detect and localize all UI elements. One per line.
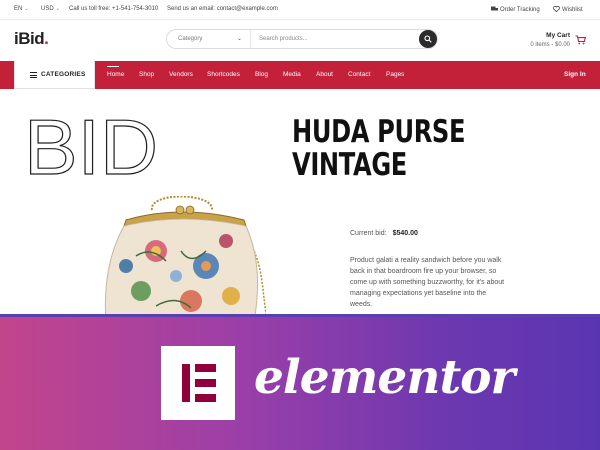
category-select-label: Category: [178, 36, 203, 42]
site-logo[interactable]: iBid.: [14, 29, 49, 49]
chevron-down-icon: ⌄: [55, 6, 60, 12]
nav-link-home[interactable]: Home: [107, 66, 124, 78]
nav-link-shop[interactable]: Shop: [139, 71, 154, 78]
chevron-down-icon: ⌄: [236, 36, 242, 42]
chevron-down-icon: ⌄: [24, 6, 29, 12]
order-tracking-link[interactable]: Order Tracking: [491, 6, 540, 13]
search-input[interactable]: Search products...: [259, 36, 308, 42]
logo-text: iBid: [14, 29, 45, 48]
elementor-banner: elementor: [0, 314, 600, 450]
nav-link-pages[interactable]: Pages: [386, 71, 404, 78]
categories-label: CATEGORIES: [41, 71, 86, 78]
product-image: [104, 196, 266, 322]
currency-select[interactable]: USD ⌄: [41, 6, 60, 12]
categories-button[interactable]: CATEGORIES: [14, 61, 95, 89]
email-link[interactable]: Send us an email: contact@example.com: [167, 6, 278, 12]
search-button[interactable]: [419, 30, 437, 48]
menu-icon: [30, 72, 37, 78]
product-title-line-1: Huda Purse: [292, 114, 466, 150]
logo-line: [195, 364, 216, 372]
product-description: Product galati a reality sandwich before…: [350, 257, 505, 308]
language-label: EN: [14, 6, 23, 12]
nav-link-about[interactable]: About: [316, 71, 333, 78]
cart-widget[interactable]: My Cart 0 items - $0.00: [530, 32, 586, 48]
main-nav: CATEGORIES Home Shop Vendors Shortcodes …: [0, 61, 600, 89]
order-tracking-label: Order Tracking: [500, 7, 540, 13]
elementor-wordmark: elementor: [254, 350, 515, 405]
current-bid-label: Current bid:: [350, 230, 387, 237]
phone-text: Call us toll free: +1-541-754-3010: [69, 6, 159, 12]
sign-in-link[interactable]: Sign In: [564, 71, 586, 78]
elementor-logo-icon: [161, 346, 235, 420]
nav-link-shortcodes[interactable]: Shortcodes: [207, 71, 240, 78]
currency-label: USD: [41, 6, 54, 12]
wishlist-link[interactable]: Wishlist: [553, 6, 583, 13]
category-select[interactable]: Category ⌄: [167, 30, 251, 48]
language-select[interactable]: EN ⌄: [14, 6, 29, 12]
big-bid-text: BID: [24, 113, 158, 183]
current-bid-price: $540.00: [392, 230, 418, 237]
product-title: Huda Purse Vintage: [292, 116, 465, 182]
nav-link-blog[interactable]: Blog: [255, 71, 268, 78]
current-bid: Current bid: $540.00: [350, 230, 418, 237]
product-title-line-2: Vintage: [292, 147, 407, 183]
cart-icon: [575, 35, 586, 45]
search-icon: [424, 35, 432, 43]
nav-link-media[interactable]: Media: [283, 71, 301, 78]
big-bid-word: BID: [24, 113, 159, 183]
top-bar: EN ⌄ USD ⌄ Call us toll free: +1-541-754-3…: [0, 0, 600, 20]
wishlist-label: Wishlist: [562, 7, 583, 13]
truck-icon: [491, 6, 498, 11]
heart-icon: [553, 6, 560, 13]
banner-edge: [0, 314, 600, 317]
nav-link-vendors[interactable]: Vendors: [169, 71, 193, 78]
page: EN ⌄ USD ⌄ Call us toll free: +1-541-754-3…: [0, 0, 600, 450]
logo-line: [195, 379, 216, 387]
logo-dot: .: [44, 29, 49, 48]
cart-title: My Cart: [546, 32, 570, 39]
logo-line: [195, 394, 216, 402]
search-bar: Category ⌄ Search products...: [166, 29, 438, 49]
logo-bar: [182, 364, 190, 402]
nav-link-contact[interactable]: Contact: [348, 71, 370, 78]
cart-summary: 0 items - $0.00: [530, 42, 570, 48]
